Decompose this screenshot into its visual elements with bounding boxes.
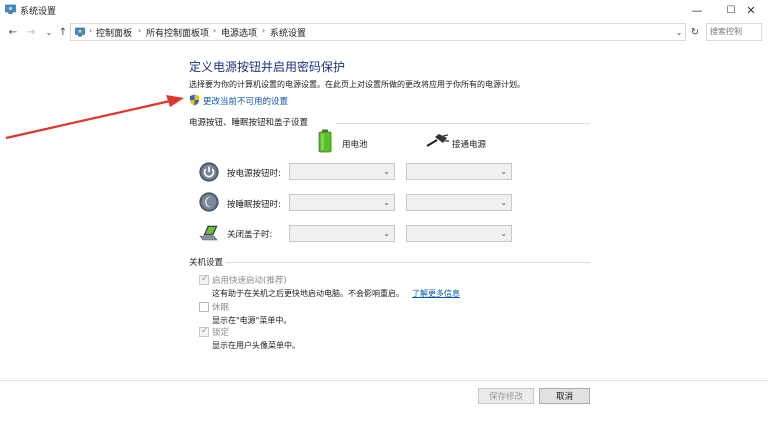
sleep-button-battery-select[interactable]: ⌄ — [289, 194, 395, 211]
chevron-down-icon: ⌄ — [383, 229, 390, 238]
checkmark-icon: ✓ — [201, 274, 209, 284]
footer-divider — [0, 380, 768, 381]
lock-description: 显示在用户头像菜单中。 — [212, 341, 300, 350]
section-divider — [226, 262, 590, 263]
annotation-arrow — [5, 95, 184, 140]
battery-column-header: 用电池 — [342, 140, 368, 150]
section-divider — [336, 123, 590, 124]
power-buttons-section-title: 电源按钮、睡眠按钮和盖子设置 — [189, 118, 309, 128]
chevron-down-icon: ⌄ — [383, 167, 390, 176]
shutdown-section-title: 关机设置 — [189, 258, 224, 268]
sleep-button-icon — [199, 192, 219, 212]
learn-more-link[interactable]: 了解更多信息 — [412, 288, 460, 299]
chevron-down-icon: ⌄ — [500, 198, 507, 207]
fast-startup-checkbox[interactable]: ✓ — [199, 274, 209, 285]
cancel-button[interactable]: 取消 — [539, 388, 590, 404]
fast-startup-label: 启用快速启动(推荐) — [212, 276, 287, 286]
battery-icon — [318, 129, 332, 153]
power-plug-icon — [426, 134, 449, 147]
power-button-label: 按电源按钮时: — [227, 169, 281, 179]
hibernate-description: 显示在"电源"菜单中。 — [212, 316, 292, 325]
hibernate-label: 休眠 — [212, 303, 230, 313]
plugged-in-column-header: 接通电源 — [452, 140, 487, 150]
power-button-battery-select[interactable]: ⌄ — [289, 163, 395, 180]
lock-label: 锁定 — [212, 328, 230, 338]
lid-close-battery-select[interactable]: ⌄ — [289, 225, 395, 242]
chevron-down-icon: ⌄ — [500, 167, 507, 176]
sleep-button-plugged-select[interactable]: ⌄ — [406, 194, 512, 211]
save-changes-button[interactable]: 保存修改 — [478, 388, 534, 404]
lid-close-label: 关闭盖子时: — [227, 230, 273, 240]
laptop-lid-icon — [199, 225, 218, 241]
checkmark-icon: ✓ — [201, 326, 209, 336]
hibernate-checkbox[interactable] — [199, 302, 209, 312]
chevron-down-icon: ⌄ — [500, 229, 507, 238]
sleep-button-label: 按睡眠按钮时: — [227, 200, 281, 210]
power-button-icon — [199, 162, 219, 182]
lid-close-plugged-select[interactable]: ⌄ — [406, 225, 512, 242]
power-button-plugged-select[interactable]: ⌄ — [406, 163, 512, 180]
lock-checkbox[interactable]: ✓ — [199, 326, 209, 337]
chevron-down-icon: ⌄ — [383, 198, 390, 207]
fast-startup-description: 这有助于在关机之后更快地启动电脑。不会影响重启。 — [212, 289, 404, 298]
